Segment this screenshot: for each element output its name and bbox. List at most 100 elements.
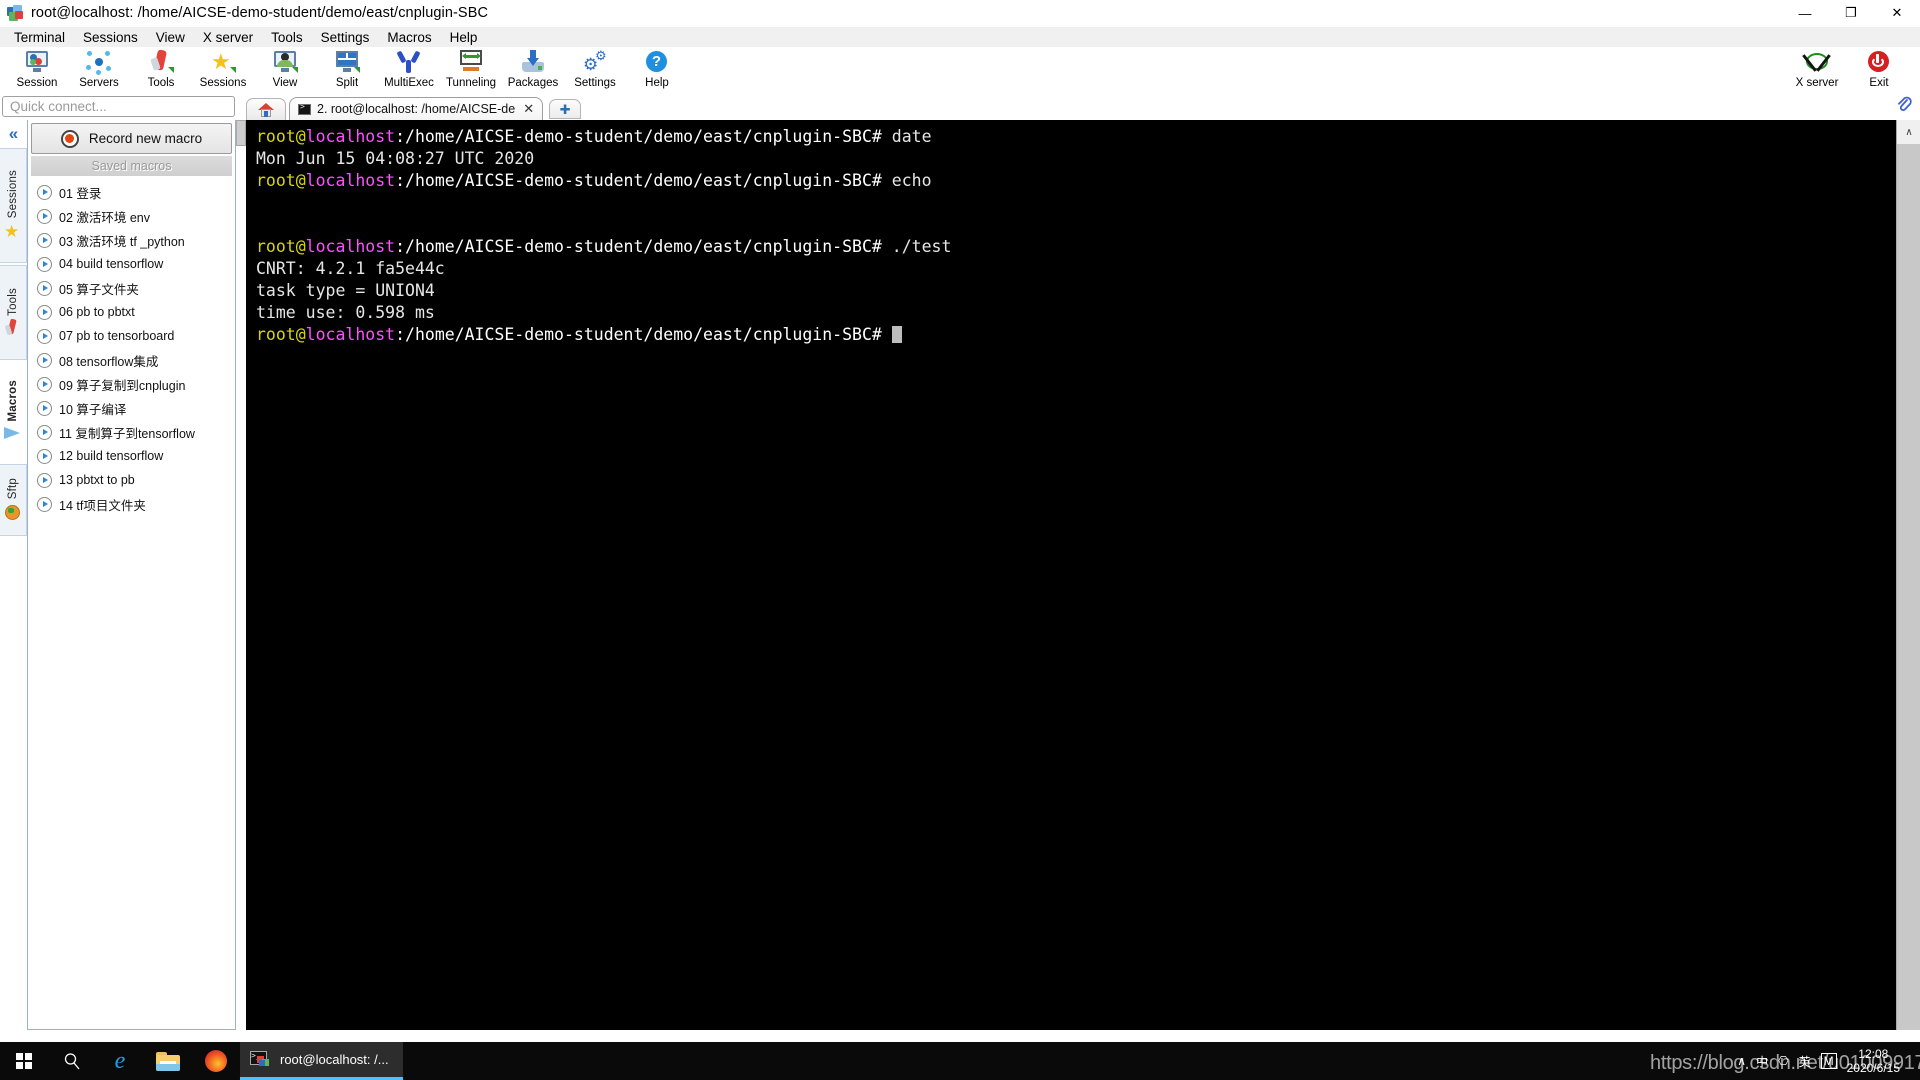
toolbar-packages-button[interactable]: Packages bbox=[502, 47, 564, 94]
menu-tools[interactable]: Tools bbox=[262, 29, 312, 46]
search-icon[interactable] bbox=[48, 1042, 96, 1080]
star-icon: ★ bbox=[4, 221, 20, 241]
menu-help[interactable]: Help bbox=[441, 29, 487, 46]
macro-label: 14 tf项目文件夹 bbox=[59, 498, 146, 513]
list-item[interactable]: 13 pbtxt to pb bbox=[33, 468, 235, 492]
menu-terminal[interactable]: Terminal bbox=[5, 29, 74, 46]
tray-caret-icon[interactable]: ∧ bbox=[1737, 1054, 1746, 1068]
clock-date: 2020/6/15 bbox=[1846, 1061, 1900, 1075]
terminal-command: date bbox=[891, 127, 932, 146]
record-new-macro-button[interactable]: Record new macro bbox=[31, 123, 232, 154]
tunneling-icon bbox=[458, 49, 484, 75]
toolbar-exit-label: Exit bbox=[1869, 77, 1889, 89]
list-item[interactable]: 11 复制算子到tensorflow bbox=[33, 420, 235, 444]
list-item[interactable]: 02 激活环境 env bbox=[33, 204, 235, 228]
toolbar-split-button[interactable]: Split bbox=[316, 47, 378, 94]
terminal-output-line: task type = UNION4 bbox=[256, 280, 1896, 302]
play-icon bbox=[37, 256, 52, 272]
sidebar-tab-sessions[interactable]: Sessions ★ bbox=[0, 148, 27, 263]
terminal-tabbar: 2. root@localhost: /home/AICSE-de ✕ ✚ bbox=[236, 96, 1920, 120]
taskbar-clock[interactable]: 12:08 2020/6/15 bbox=[1847, 1047, 1914, 1075]
prompt-path: :/home/AICSE-demo-student/demo/east/cnpl… bbox=[395, 325, 892, 344]
play-icon bbox=[37, 304, 52, 320]
terminal-scrollbar[interactable]: ∧ bbox=[1896, 120, 1920, 1030]
scroll-up-button[interactable]: ∧ bbox=[1897, 120, 1920, 144]
collapse-sidebar-button[interactable]: « bbox=[0, 120, 27, 148]
menu-sessions[interactable]: Sessions bbox=[74, 29, 147, 46]
toolbar-session-button[interactable]: Session bbox=[6, 47, 68, 94]
list-item[interactable]: 01 登录 bbox=[33, 180, 235, 204]
taskbar-task-mobaxterm[interactable]: >_ root@localhost: /... bbox=[240, 1042, 403, 1080]
menu-view[interactable]: View bbox=[147, 29, 194, 46]
toolbar-tools-button[interactable]: Tools bbox=[130, 47, 192, 94]
window-controls: — ❐ ✕ bbox=[1782, 0, 1920, 27]
play-icon bbox=[37, 208, 52, 224]
list-item[interactable]: 08 tensorflow集成 bbox=[33, 348, 235, 372]
prompt-host: localhost bbox=[305, 127, 396, 146]
quick-connect-input[interactable]: Quick connect... bbox=[2, 96, 235, 117]
toolbar-servers-button[interactable]: Servers bbox=[68, 47, 130, 94]
terminal-prompt-line: root@localhost:/home/AICSE-demo-student/… bbox=[256, 324, 1896, 346]
terminal-tab-active[interactable]: 2. root@localhost: /home/AICSE-de ✕ bbox=[289, 97, 544, 120]
list-item[interactable]: 12 build tensorflow bbox=[33, 444, 235, 468]
windows-taskbar: e >_ root@localhost: /... ∧ 中 ⎔ 英 M 12:0… bbox=[0, 1042, 1920, 1080]
firefox-icon[interactable] bbox=[192, 1042, 240, 1080]
terminal-output-text: time use: 0.598 ms bbox=[256, 303, 435, 322]
list-item[interactable]: 10 算子编译 bbox=[33, 396, 235, 420]
toolbar-settings-button[interactable]: ⚙ ⚙ Settings bbox=[564, 47, 626, 94]
list-item[interactable]: 06 pb to pbtxt bbox=[33, 300, 235, 324]
toolbar-split-label: Split bbox=[335, 77, 359, 89]
sidebar-tab-macros[interactable]: Macros bbox=[0, 362, 27, 462]
menu-settings[interactable]: Settings bbox=[312, 29, 379, 46]
list-item[interactable]: 09 算子复制到cnplugin bbox=[33, 372, 235, 396]
menu-x-server[interactable]: X server bbox=[194, 29, 262, 46]
list-item[interactable]: 14 tf项目文件夹 bbox=[33, 492, 235, 516]
sidebar-tab-macros-label: Macros bbox=[7, 380, 19, 422]
internet-explorer-icon[interactable]: e bbox=[96, 1042, 144, 1080]
paperclip-icon[interactable] bbox=[1896, 95, 1912, 118]
maximize-button[interactable]: ❐ bbox=[1828, 0, 1874, 27]
list-item[interactable]: 05 算子文件夹 bbox=[33, 276, 235, 300]
terminal-output-text bbox=[256, 193, 266, 212]
ime-keyboard-icon[interactable]: ⎔ bbox=[1778, 1054, 1788, 1068]
gutter-thumb[interactable] bbox=[236, 120, 246, 146]
sidebar-tab-sftp[interactable]: Sftp bbox=[0, 464, 27, 536]
x-server-icon bbox=[1802, 49, 1831, 75]
toolbar-help-button[interactable]: ? Help bbox=[626, 47, 688, 94]
terminal-left-gutter bbox=[236, 120, 246, 1030]
toolbar-sessions-button[interactable]: ★ Sessions bbox=[192, 47, 254, 94]
play-icon bbox=[37, 232, 52, 248]
macro-label: 01 登录 bbox=[59, 186, 102, 201]
list-item[interactable]: 07 pb to tensorboard bbox=[33, 324, 235, 348]
prompt-host: localhost bbox=[305, 171, 396, 190]
window-titlebar: root@localhost: /home/AICSE-demo-student… bbox=[0, 0, 1920, 27]
close-tab-icon[interactable]: ✕ bbox=[521, 101, 536, 117]
toolbar-view-button[interactable]: View bbox=[254, 47, 316, 94]
toolbar-tunneling-label: Tunneling bbox=[445, 77, 497, 89]
paperplane-icon bbox=[4, 426, 22, 444]
ime-chinese-icon[interactable]: 中 bbox=[1756, 1053, 1768, 1070]
toolbar-x-server-button[interactable]: X server bbox=[1786, 47, 1848, 94]
toolbar-packages-label: Packages bbox=[507, 77, 559, 89]
home-tab[interactable] bbox=[246, 98, 286, 120]
toolbar-multiexec-button[interactable]: MultiExec bbox=[378, 47, 440, 94]
ime-mode-icon[interactable]: M bbox=[1820, 1053, 1837, 1069]
terminal-output[interactable]: root@localhost:/home/AICSE-demo-student/… bbox=[246, 120, 1896, 1030]
toolbar-tunneling-button[interactable]: Tunneling bbox=[440, 47, 502, 94]
start-icon[interactable] bbox=[0, 1042, 48, 1080]
prompt-path: :/home/AICSE-demo-student/demo/east/cnpl… bbox=[395, 171, 892, 190]
menu-macros[interactable]: Macros bbox=[378, 29, 440, 46]
play-icon bbox=[37, 448, 52, 464]
terminal-output-line bbox=[256, 214, 1896, 236]
new-tab-button[interactable]: ✚ bbox=[549, 99, 582, 119]
sidebar-tab-tools[interactable]: Tools bbox=[0, 265, 27, 360]
ime-english-icon[interactable]: 英 bbox=[1799, 1053, 1811, 1070]
list-item[interactable]: 03 激活环境 tf _python bbox=[33, 228, 235, 252]
terminal-output-text: CNRT: 4.2.1 fa5e44c bbox=[256, 259, 445, 278]
close-button[interactable]: ✕ bbox=[1874, 0, 1920, 27]
file-explorer-icon[interactable] bbox=[144, 1042, 192, 1080]
list-item[interactable]: 04 build tensorflow bbox=[33, 252, 235, 276]
multiexec-icon bbox=[396, 49, 422, 75]
toolbar-exit-button[interactable]: Exit bbox=[1848, 47, 1910, 94]
minimize-button[interactable]: — bbox=[1782, 0, 1828, 27]
